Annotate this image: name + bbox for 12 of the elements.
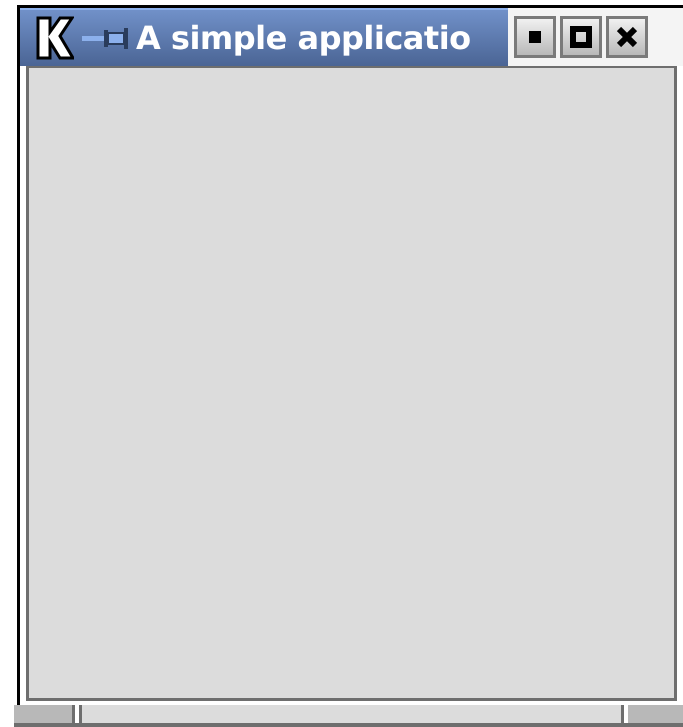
title-bar[interactable]: A simple applicatio: [20, 8, 508, 66]
pin-icon[interactable]: [82, 26, 128, 50]
maximize-icon: [570, 26, 592, 48]
close-button[interactable]: [606, 16, 648, 58]
resize-handle[interactable]: [628, 705, 683, 723]
close-icon: [616, 26, 638, 48]
resize-handle[interactable]: [14, 705, 75, 723]
minimize-icon: [529, 31, 541, 43]
app-logo-icon: [34, 16, 74, 60]
maximize-button[interactable]: [560, 16, 602, 58]
window-title: A simple applicatio: [136, 19, 471, 57]
minimize-button[interactable]: [514, 16, 556, 58]
